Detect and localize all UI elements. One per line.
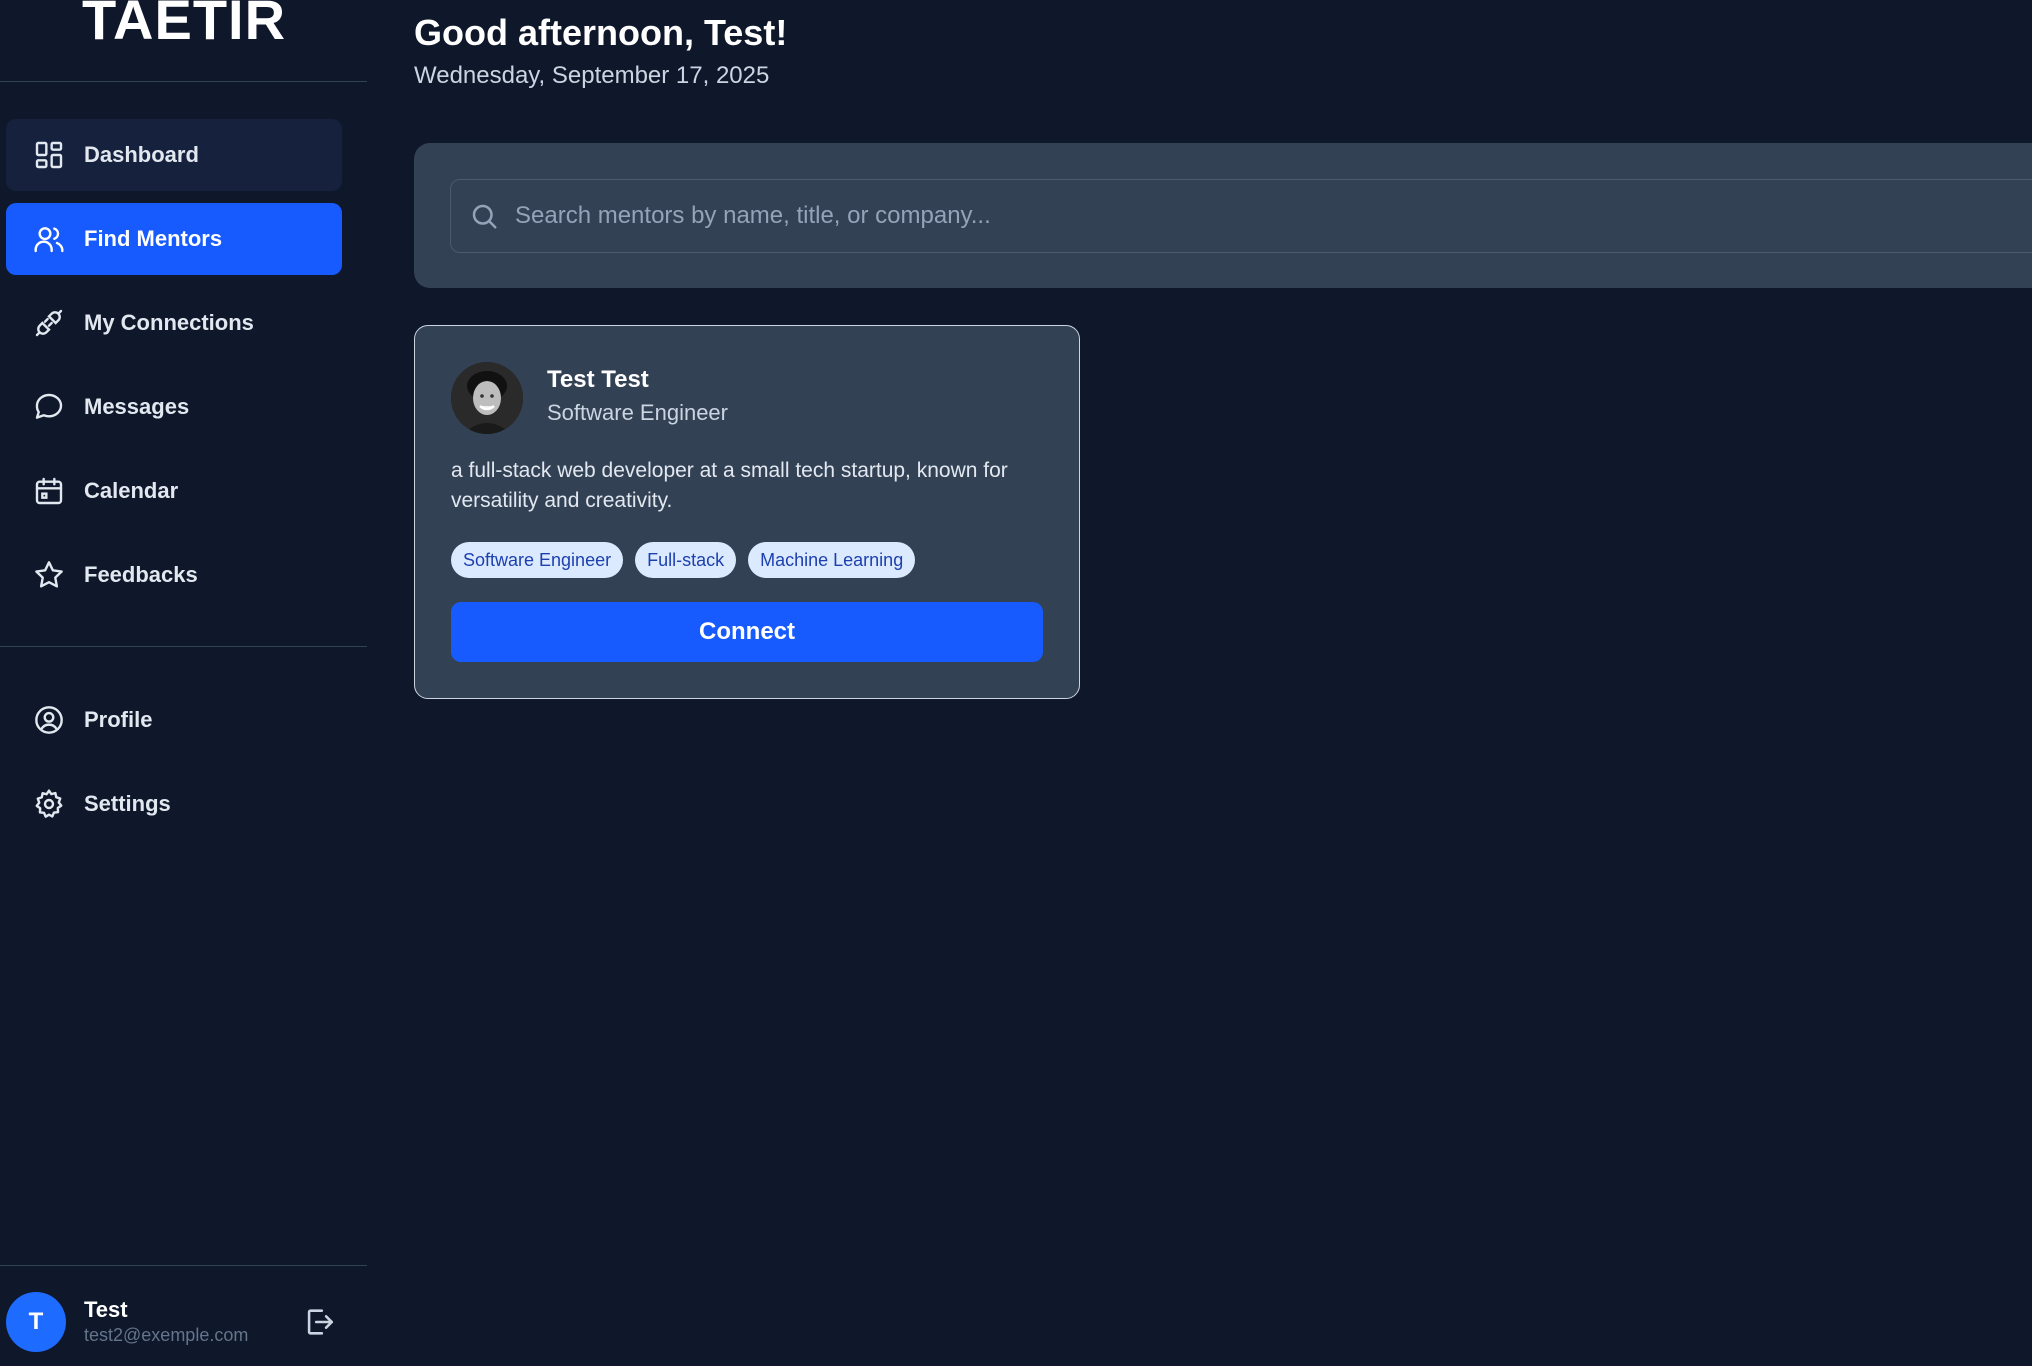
mentor-title: Software Engineer <box>547 400 728 425</box>
search-box[interactable] <box>450 179 2032 253</box>
app: TAETIR Dashboard Find Mentors My Connect… <box>0 0 2032 1366</box>
sidebar-item-label: Profile <box>84 707 153 732</box>
connect-button[interactable]: Connect <box>451 602 1043 662</box>
sidebar-item-label: My Connections <box>84 310 254 335</box>
user-card: T Test test2@exemple.com <box>6 1291 366 1353</box>
mentor-tag: Machine Learning <box>748 542 916 578</box>
user-circle-icon <box>32 703 66 737</box>
sidebar-item-label: Settings <box>84 791 171 816</box>
sidebar-item-dashboard[interactable]: Dashboard <box>6 119 342 191</box>
app-logo: TAETIR <box>82 0 287 51</box>
sidebar-divider <box>0 1265 367 1266</box>
sidebar-item-label: Feedbacks <box>84 562 198 587</box>
star-icon <box>32 558 66 592</box>
current-date: Wednesday, September 17, 2025 <box>414 62 770 89</box>
mentor-tags: Software Engineer Full-stack Machine Lea… <box>451 542 916 578</box>
sidebar-item-messages[interactable]: Messages <box>6 371 342 443</box>
users-icon <box>32 222 66 256</box>
mentor-tag: Full-stack <box>635 542 737 578</box>
search-input[interactable] <box>515 202 2032 230</box>
sidebar-item-calendar[interactable]: Calendar <box>6 455 342 527</box>
mentor-avatar <box>451 362 523 434</box>
sidebar-item-profile[interactable]: Profile <box>6 684 342 756</box>
search-icon <box>469 201 499 231</box>
sidebar-item-label: Dashboard <box>84 142 199 167</box>
avatar[interactable]: T <box>6 1292 66 1352</box>
mentor-tag: Software Engineer <box>451 542 624 578</box>
message-icon <box>32 390 66 424</box>
mentor-name: Test Test <box>547 366 649 393</box>
user-name: Test <box>84 1297 128 1322</box>
sidebar-item-feedbacks[interactable]: Feedbacks <box>6 539 342 611</box>
sidebar-item-label: Find Mentors <box>84 226 223 251</box>
sidebar-divider <box>0 81 367 82</box>
dashboard-icon <box>32 138 66 172</box>
plug-icon <box>32 306 66 340</box>
sidebar-divider <box>0 646 367 647</box>
mentor-card: Test Test Software Engineer a full-stack… <box>414 325 1080 699</box>
logout-icon[interactable] <box>302 1305 336 1339</box>
search-panel <box>414 143 2032 288</box>
sidebar-item-label: Messages <box>84 394 190 419</box>
user-email: test2@exemple.com <box>84 1325 249 1345</box>
sidebar-item-settings[interactable]: Settings <box>6 768 342 840</box>
calendar-icon <box>32 474 66 508</box>
sidebar-item-find-mentors[interactable]: Find Mentors <box>6 203 342 275</box>
gear-icon <box>32 787 66 821</box>
sidebar: TAETIR Dashboard Find Mentors My Connect… <box>0 0 367 1366</box>
sidebar-item-label: Calendar <box>84 478 179 503</box>
page-title: Good afternoon, Test! <box>414 12 788 53</box>
mentor-bio: a full-stack web developer at a small te… <box>451 459 1008 512</box>
sidebar-item-my-connections[interactable]: My Connections <box>6 287 342 359</box>
